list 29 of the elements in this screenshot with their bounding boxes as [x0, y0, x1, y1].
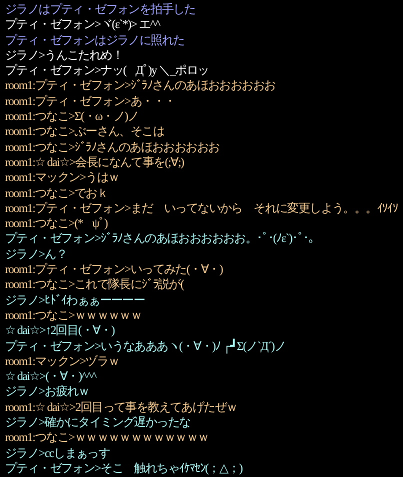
chat-message: room1:つなこ>ｗｗｗｗｗｗ [5, 308, 142, 324]
chat-message: room1:つなこ>ｗｗｗｗｗｗｗｗｗｗｗｗ [5, 430, 209, 446]
chat-message: プティ・ゼフォン>ｼﾞﾗﾉさんのあほおおおおおお。･ﾟ･(ﾉε`)･ﾟ･。 [5, 231, 320, 247]
chat-message: room1:プティ・ゼフォン>あ・・・ [5, 94, 176, 110]
chat-message: ジラノ>お疲れｗ [5, 384, 90, 400]
chat-message: ジラノ>ccしまぁっす [5, 446, 110, 461]
chat-message: ジラノ>うんこたれめ！ [5, 48, 123, 64]
chat-message: room1:マックン>ヅラｗ [5, 354, 120, 370]
chat-message: プティ・ゼフォン>いうなあああヽ(・∀・)ﾉ ┌┛Σ(ノ`Д´)ノ [5, 338, 286, 354]
chat-message: room1:プティ・ゼフォン>まだ いってないから それに変更しよう。。。ｲｿｲｿ [5, 200, 398, 216]
chat-message: room1:つなこ>ｼﾞﾗﾉさんのあほおおおおおお [5, 140, 220, 155]
chat-message: ジラノ>ﾋﾄﾞｲわぁぁーーーー [5, 292, 145, 308]
chat-message: room1:☆ dai☆>会長になんて事を(;∀;) [5, 154, 184, 170]
chat-message: room1:プティ・ゼフォン>いってみた(・∀・) [5, 262, 223, 278]
chat-message: room1:プティ・ゼフォン>ｼﾞﾗﾉさんのあほおおおおおお [5, 78, 276, 94]
chat-message: ☆ dai☆>(・∀・)^^^ [5, 369, 96, 384]
chat-message: ☆ dai☆>↑2回目(・∀・) [5, 323, 114, 339]
chat-message: プティ・ゼフォンはジラノに照れた [5, 32, 184, 48]
chat-message: プティ・ゼフォン>そこ 触れちゃｲｹﾏｾﾝ(；△；) [5, 460, 242, 476]
chat-message: room1:☆ dai☆>2回目って事を教えてあげたぜｗ [5, 400, 238, 416]
chat-message: プティ・ゼフォン>ヾ(ε`*)> エ^^ [5, 17, 160, 33]
chat-message: room1:つなこ>でおｋ [5, 186, 108, 201]
chat-message: room1:つなこ>Σ(・ω・ノ)ノ [5, 109, 139, 124]
chat-message: room1:つなこ>これで隊長にｼﾞﾗ説が( [5, 277, 184, 293]
chat-message: room1:つなこ>ぶーさん、そこは [5, 124, 164, 140]
chat-message: ジラノ>ん？ [5, 246, 67, 262]
chat-message: ジラノはプティ・ゼフォンを拍手した [5, 2, 196, 18]
chat-message: ジラノ>確かにタイミング遅かったな [5, 415, 190, 430]
chat-message: room1:マックン>うはｗ [5, 170, 120, 186]
